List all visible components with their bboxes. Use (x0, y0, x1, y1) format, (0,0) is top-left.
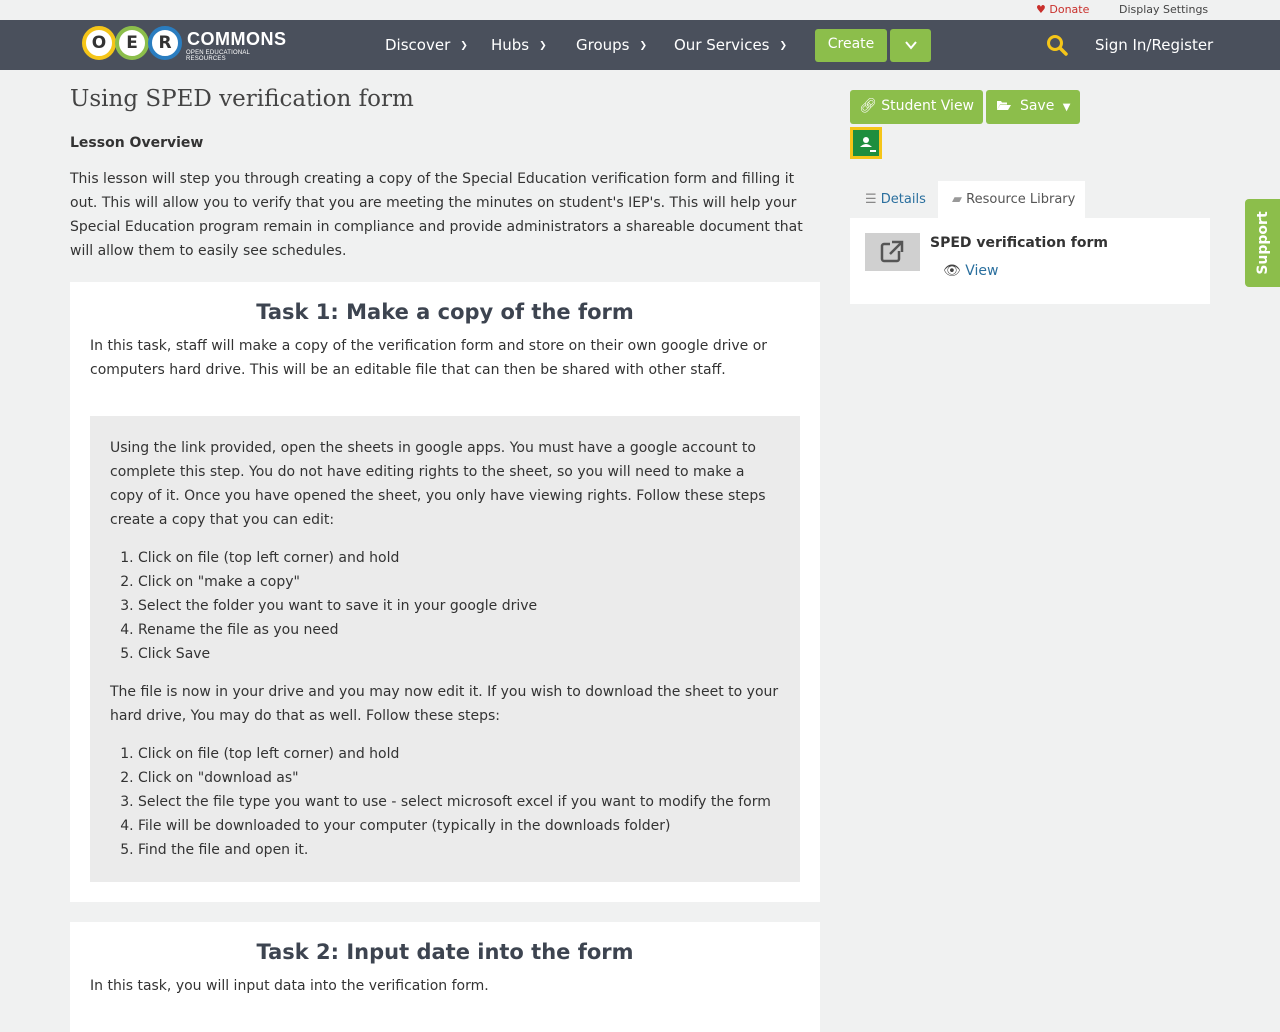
create-dropdown-button[interactable] (890, 29, 931, 62)
list-item: Click on file (top left corner) and hold (138, 742, 780, 766)
donate-link[interactable]: ♥ Donate (1036, 3, 1089, 16)
instructions-paragraph: Using the link provided, open the sheets… (110, 440, 766, 528)
resource-view-link[interactable]: 👁︎ View (943, 263, 998, 279)
nav-our-services[interactable]: Our Services ❯ (674, 36, 787, 54)
resource-tabs: ☰ Details ▰ Resource Library (850, 181, 1210, 218)
resource-thumbnail[interactable] (865, 233, 920, 271)
task-1-title: Task 1: Make a copy of the form (256, 300, 634, 324)
resource-title: SPED verification form (930, 235, 1109, 251)
display-settings-link[interactable]: Display Settings (1119, 3, 1208, 16)
nav-hubs[interactable]: Hubs ❯ (491, 36, 547, 54)
list-item: File will be downloaded to your computer… (138, 814, 780, 838)
link-icon: 🔗︎ (858, 98, 877, 114)
logo-tagline: OPEN EDUCATIONAL RESOURCES (186, 50, 250, 62)
student-view-button[interactable]: 🔗︎ Student View (850, 90, 983, 124)
eye-icon: 👁︎ (943, 263, 961, 279)
overview-heading: Lesson Overview (70, 135, 204, 151)
tab-details[interactable]: ☰ Details (850, 181, 938, 218)
task-2-title: Task 2: Input date into the form (256, 940, 634, 964)
list-item: Find the file and open it. (138, 838, 780, 862)
book-icon: ▰ (952, 192, 962, 207)
list-icon: ☰ (865, 192, 877, 207)
logo-letter-e: E (115, 26, 149, 60)
support-tab[interactable]: Support (1245, 199, 1280, 287)
task-2-intro: In this task, you will input data into t… (90, 978, 489, 994)
nav-groups[interactable]: Groups ❯ (576, 36, 647, 54)
chevron-down-icon: ❯ (639, 41, 648, 51)
list-item: Click Save (138, 642, 780, 666)
folder-open-icon (996, 101, 1011, 110)
chevron-down-icon (904, 41, 917, 50)
task-1-intro: In this task, staff will make a copy of … (90, 338, 768, 378)
task-1-instructions: Using the link provided, open the sheets… (90, 416, 800, 882)
overview-text: This lesson will step you through creati… (70, 171, 803, 259)
list-item: Click on "make a copy" (138, 570, 780, 594)
page-title: Using SPED verification form (70, 86, 414, 112)
chevron-down-icon: ❯ (539, 41, 547, 51)
oer-commons-logo[interactable]: O E R COMMONS OPEN EDUCATIONAL RESOURCES (82, 26, 286, 62)
list-item: Rename the file as you need (138, 618, 780, 642)
tab-resource-library[interactable]: ▰ Resource Library (938, 181, 1085, 218)
external-link-icon (880, 240, 904, 263)
logo-letter-o: O (82, 26, 116, 60)
sign-in-register-link[interactable]: Sign In/Register (1095, 36, 1213, 54)
google-classroom-icon (860, 137, 876, 152)
instructions-paragraph: The file is now in your drive and you ma… (110, 684, 779, 724)
main-navbar: O E R COMMONS OPEN EDUCATIONAL RESOURCES… (0, 20, 1280, 70)
list-item: Select the file type you want to use - s… (138, 790, 780, 814)
list-item: Click on file (top left corner) and hold (138, 546, 780, 570)
chevron-down-icon: ❯ (779, 41, 788, 51)
save-button[interactable]: Save ▼ (986, 90, 1080, 124)
list-item: Select the folder you want to save it in… (138, 594, 780, 618)
caret-down-icon: ▼ (1062, 102, 1071, 113)
utility-bar: ♥ Donate Display Settings (0, 0, 1280, 20)
resource-library-panel: SPED verification form 👁︎ View (850, 218, 1210, 304)
download-steps-list: Click on file (top left corner) and hold… (138, 742, 780, 862)
copy-steps-list: Click on file (top left corner) and hold… (138, 546, 780, 666)
task-1-card: Task 1: Make a copy of the form In this … (70, 282, 820, 902)
create-button[interactable]: Create (815, 29, 887, 62)
logo-brand: COMMONS (187, 29, 287, 49)
chevron-down-icon: ❯ (460, 41, 468, 51)
task-2-card: Task 2: Input date into the form In this… (70, 922, 820, 1032)
list-item: Click on "download as" (138, 766, 780, 790)
google-classroom-share-button[interactable] (850, 127, 882, 159)
logo-letter-r: R (148, 26, 182, 60)
nav-discover[interactable]: Discover ❯ (385, 36, 468, 54)
search-icon[interactable] (1046, 34, 1068, 56)
heart-icon: ♥ (1036, 3, 1046, 16)
